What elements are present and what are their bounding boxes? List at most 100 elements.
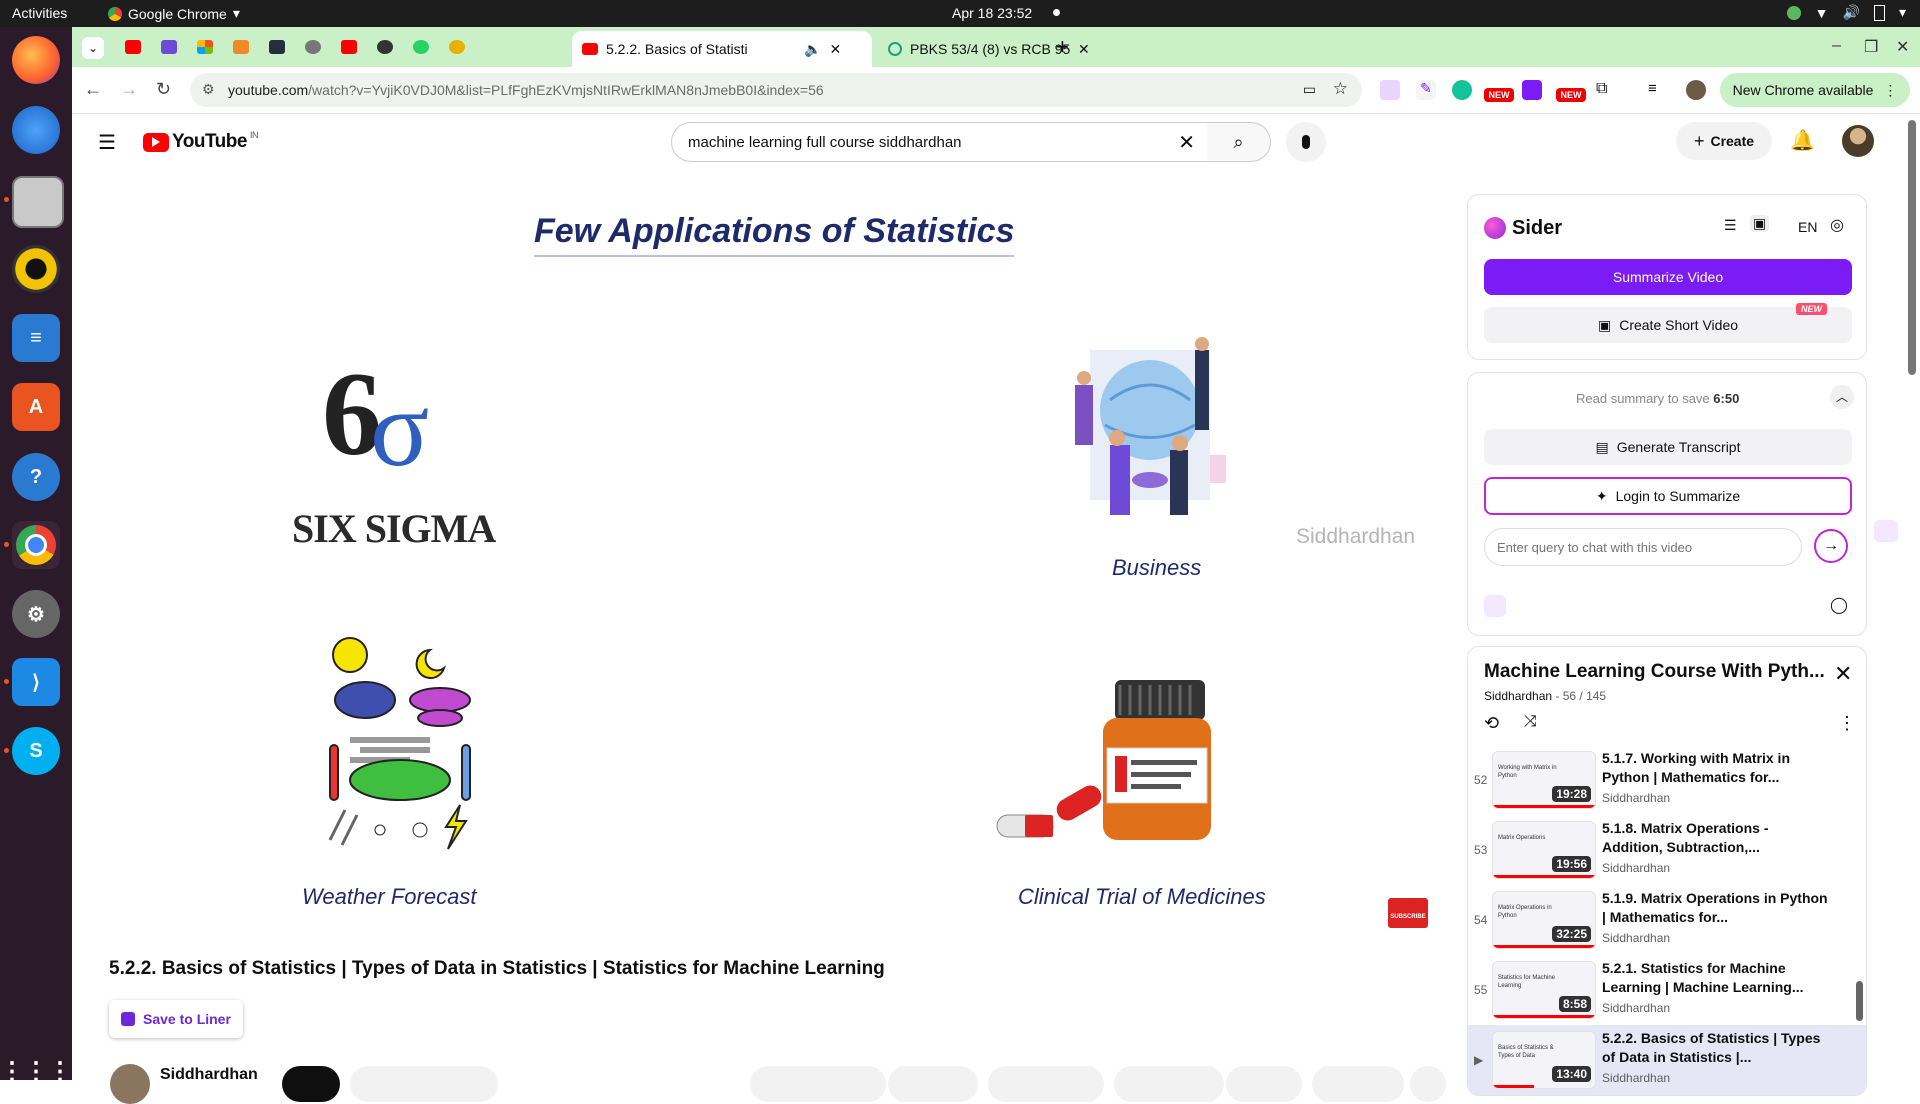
voice-search-button[interactable]: [1286, 122, 1326, 162]
playlist-item-current[interactable]: ▶ Basics of Statistics & Types of Data 13:…: [1468, 1025, 1866, 1095]
collapse-chevron-icon[interactable]: ︿: [1830, 385, 1854, 409]
user-profile-icon[interactable]: ◯: [1830, 595, 1848, 615]
language-toggle[interactable]: EN: [1798, 219, 1817, 235]
pinned-tab-aws[interactable]: [264, 35, 290, 59]
playlist-item[interactable]: 52 Working with Matrix in Python 19:28 5.1.…: [1468, 745, 1866, 815]
sider-mini-logo-icon[interactable]: [1484, 595, 1506, 617]
save-button[interactable]: [1312, 1066, 1404, 1102]
pinned-tab-youtube[interactable]: [120, 35, 146, 59]
site-info-icon[interactable]: ⚙: [202, 81, 215, 98]
rhythmbox-icon[interactable]: [12, 245, 60, 293]
pinned-tab-globe[interactable]: [300, 35, 326, 59]
pinned-tab-youtube-2[interactable]: [336, 35, 362, 59]
playlist-menu-icon[interactable]: ⋮: [1838, 713, 1856, 734]
extension-youtube-new-icon[interactable]: NEW: [1556, 88, 1586, 102]
app-center-icon[interactable]: A: [12, 383, 60, 431]
new-tab-button[interactable]: +: [1056, 34, 1069, 60]
clear-search-icon[interactable]: ✕: [1178, 130, 1195, 155]
list-view-icon[interactable]: ☰: [1724, 217, 1737, 234]
generate-transcript-button[interactable]: ▤ Generate Transcript: [1484, 429, 1852, 465]
reload-icon[interactable]: ↻: [156, 79, 171, 100]
extension-pen-icon[interactable]: ✎: [1416, 80, 1436, 100]
hamburger-menu-icon[interactable]: ☰: [98, 130, 116, 155]
chrome-dock-icon[interactable]: [12, 521, 60, 569]
help-icon[interactable]: ?: [12, 453, 60, 501]
clip-button[interactable]: [1226, 1066, 1302, 1102]
video-thumbnail[interactable]: Statistics for Machine Learning 8:58: [1492, 961, 1596, 1019]
activities-button[interactable]: Activities: [12, 5, 67, 21]
bookmark-star-icon[interactable]: ☆: [1333, 79, 1348, 99]
pinned-tab-microsoft[interactable]: [192, 35, 218, 59]
address-bar[interactable]: ⚙ youtube.com/watch?v=YvjiK0VDJ0M&list=P…: [190, 73, 1362, 107]
more-actions-button[interactable]: [1410, 1066, 1446, 1102]
close-tab-icon[interactable]: ✕: [829, 41, 841, 58]
writer-icon[interactable]: ≡: [12, 314, 60, 362]
caption-view-icon[interactable]: ▣: [1750, 215, 1770, 232]
minimize-icon[interactable]: –: [1832, 37, 1841, 55]
playlist-item[interactable]: 55 Statistics for Machine Learning 8:58 5.2…: [1468, 955, 1866, 1025]
subscribe-button[interactable]: [350, 1066, 498, 1102]
chat-query-input[interactable]: [1484, 528, 1802, 566]
video-thumbnail[interactable]: Working with Matrix in Python 19:28: [1492, 751, 1596, 809]
sider-side-tab-icon[interactable]: [1874, 520, 1898, 542]
like-button[interactable]: [750, 1066, 886, 1102]
create-button[interactable]: + Create: [1676, 122, 1772, 160]
download-button[interactable]: [988, 1066, 1104, 1102]
extensions-puzzle-icon[interactable]: ⧉: [1596, 80, 1616, 100]
extension-new-icon[interactable]: NEW: [1484, 88, 1514, 102]
login-to-summarize-button[interactable]: ✦ Login to Summarize: [1484, 477, 1852, 515]
search-button[interactable]: ⌕: [1207, 122, 1271, 162]
subscribe-watermark-button[interactable]: SUBSCRIBE: [1388, 898, 1428, 928]
share-button[interactable]: [888, 1066, 978, 1102]
firefox-icon[interactable]: [12, 36, 60, 84]
tab-cricket[interactable]: PBKS 53/4 (8) vs RCB 95/ ✕: [878, 31, 1110, 67]
pinned-tab-whatsapp[interactable]: [408, 35, 434, 59]
loop-icon[interactable]: ⟲: [1484, 713, 1499, 734]
install-app-icon[interactable]: ▭: [1303, 81, 1316, 98]
settings-icon[interactable]: ⚙: [12, 590, 60, 638]
show-apps-icon[interactable]: ⋮⋮⋮: [0, 1047, 72, 1095]
playlist-item[interactable]: 53 Matrix Operations 19:56 5.1.8. Matrix Op…: [1468, 815, 1866, 885]
clock[interactable]: Apr 18 23:52: [952, 5, 1032, 21]
video-thumbnail[interactable]: Matrix Operations in Python 32:25: [1492, 891, 1596, 949]
system-tray[interactable]: ▼ 🔊 ▾: [1786, 4, 1906, 21]
extension-purple-icon[interactable]: [1522, 80, 1542, 100]
extension-sider-icon[interactable]: [1380, 80, 1400, 100]
shuffle-icon[interactable]: ⤨: [1524, 713, 1537, 731]
youtube-logo[interactable]: YouTube IN: [143, 130, 258, 153]
vscode-icon[interactable]: ⟩: [12, 658, 60, 706]
join-button[interactable]: [282, 1066, 340, 1102]
forward-icon[interactable]: →: [120, 79, 138, 100]
profile-avatar-icon[interactable]: [1686, 80, 1706, 100]
thanks-button[interactable]: [1114, 1066, 1224, 1102]
audio-playing-icon[interactable]: 🔈: [804, 41, 821, 58]
channel-avatar[interactable]: [110, 1064, 150, 1104]
playlist-scrollbar[interactable]: [1856, 981, 1863, 1021]
send-arrow-icon[interactable]: →: [1814, 529, 1848, 563]
back-icon[interactable]: ←: [84, 79, 102, 100]
tab-active-video[interactable]: 5.2.2. Basics of Statisti 🔈 ✕: [572, 31, 872, 67]
thunderbird-icon[interactable]: [12, 106, 60, 154]
extension-grammarly-icon[interactable]: [1452, 80, 1472, 100]
tab-search-icon[interactable]: ⌄: [82, 37, 104, 59]
search-input[interactable]: machine learning full course siddhardhan…: [671, 122, 1208, 162]
maximize-icon[interactable]: ❐: [1864, 37, 1878, 57]
close-playlist-icon[interactable]: ✕: [1834, 661, 1852, 687]
playlist-title[interactable]: Machine Learning Course With Pyth...: [1484, 661, 1825, 683]
close-tab-icon[interactable]: ✕: [1078, 41, 1090, 58]
playlist-channel[interactable]: Siddhardhan: [1484, 689, 1552, 703]
summarize-video-button[interactable]: Summarize Video: [1484, 259, 1852, 295]
playlist-item[interactable]: 54 Matrix Operations in Python 32:25 5.1.9.…: [1468, 885, 1866, 955]
files-icon[interactable]: [12, 176, 64, 228]
pinned-tab-docs[interactable]: [156, 35, 182, 59]
account-avatar[interactable]: [1842, 125, 1874, 157]
close-window-icon[interactable]: ✕: [1896, 37, 1909, 57]
app-menu[interactable]: Google Chrome ▾: [108, 5, 240, 22]
pinned-tab-box[interactable]: [228, 35, 254, 59]
notifications-bell-icon[interactable]: 🔔: [1790, 128, 1815, 153]
video-thumbnail[interactable]: Basics of Statistics & Types of Data 13:4…: [1492, 1031, 1596, 1089]
video-thumbnail[interactable]: Matrix Operations 19:56: [1492, 821, 1596, 879]
pinned-tab-openai[interactable]: [372, 35, 398, 59]
new-chrome-available-button[interactable]: New Chrome available ⋮: [1720, 73, 1910, 107]
media-control-icon[interactable]: ≡: [1648, 80, 1668, 100]
